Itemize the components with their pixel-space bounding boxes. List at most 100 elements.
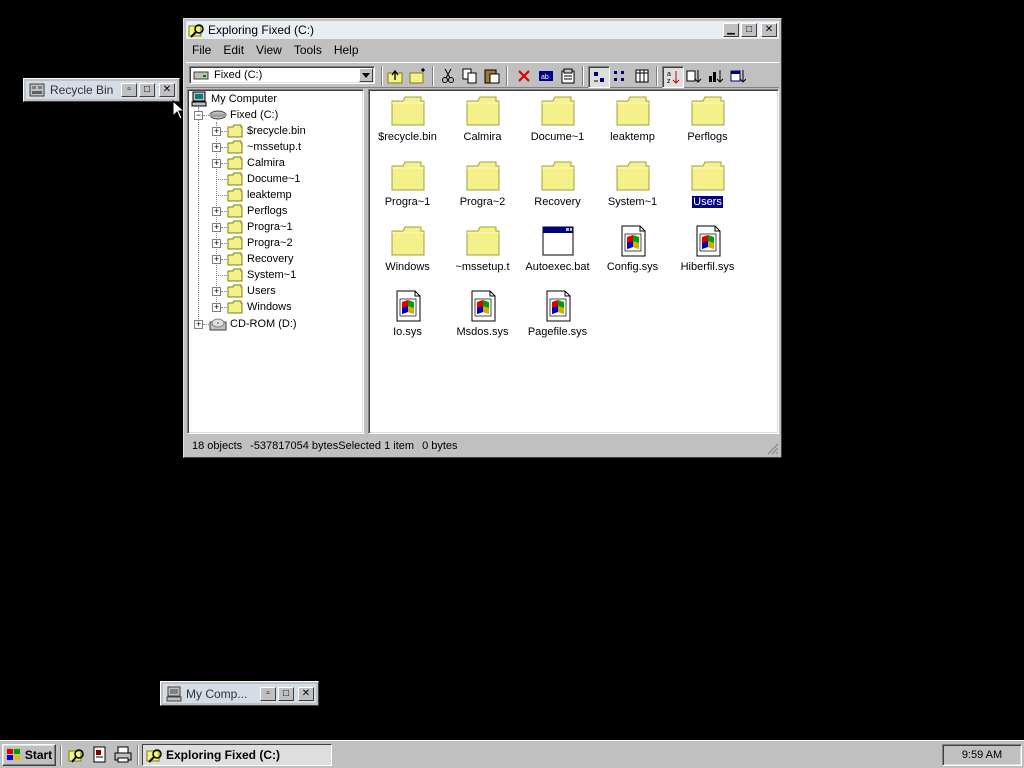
explorer-titlebar[interactable]: Exploring Fixed (C:) ▁ □ ✕ bbox=[186, 21, 779, 39]
new-folder-button[interactable] bbox=[408, 66, 428, 86]
folder-icon bbox=[227, 140, 243, 154]
file-item-io-sys[interactable]: Io.sys bbox=[370, 286, 445, 348]
maximize-button[interactable]: □ bbox=[139, 83, 155, 97]
delete-icon[interactable] bbox=[514, 66, 534, 86]
file-item-mssetup-t[interactable]: ~mssetup.t bbox=[445, 221, 520, 283]
printer-quicklaunch-icon[interactable] bbox=[114, 746, 132, 764]
menu-file[interactable]: File bbox=[186, 43, 217, 57]
task-button-explorer[interactable]: Exploring Fixed (C:) bbox=[142, 744, 332, 766]
minimize-button[interactable]: ▁ bbox=[723, 23, 739, 37]
drive-selector[interactable]: Fixed (C:) bbox=[189, 66, 375, 84]
close-button[interactable]: ✕ bbox=[298, 686, 314, 701]
folder-icon bbox=[227, 252, 243, 266]
close-button[interactable]: ✕ bbox=[159, 83, 175, 97]
tree-item-label: Users bbox=[247, 285, 276, 297]
menu-help[interactable]: Help bbox=[328, 43, 365, 57]
tree-item-folder[interactable]: Progra~2 bbox=[227, 235, 293, 251]
sort-by-name-button[interactable]: az bbox=[662, 66, 684, 88]
file-item-config-sys[interactable]: Config.sys bbox=[595, 221, 670, 283]
file-item-windows[interactable]: Windows bbox=[370, 221, 445, 283]
menu-tools[interactable]: Tools bbox=[288, 43, 328, 57]
file-item-progra-1[interactable]: Progra~1 bbox=[370, 156, 445, 218]
expand-icon[interactable]: + bbox=[212, 287, 221, 296]
tree-item-folder[interactable]: Perflogs bbox=[227, 203, 287, 219]
restore-button[interactable]: ▫ bbox=[121, 83, 137, 97]
small-icons-button[interactable] bbox=[610, 66, 630, 86]
folder-icon bbox=[227, 204, 243, 218]
expand-icon[interactable]: + bbox=[212, 127, 221, 136]
file-item-leaktemp[interactable]: leaktemp bbox=[595, 91, 670, 153]
tree-item-my-computer[interactable]: My Computer bbox=[191, 91, 277, 107]
maximize-button[interactable]: □ bbox=[278, 686, 294, 701]
properties-button[interactable] bbox=[558, 66, 578, 86]
tree-item-folder[interactable]: Users bbox=[227, 283, 276, 299]
tree-item-folder[interactable]: Calmira bbox=[227, 155, 285, 171]
menu-view[interactable]: View bbox=[250, 43, 288, 57]
tree-item-label: Perflogs bbox=[247, 205, 288, 217]
file-item-perflogs[interactable]: Perflogs bbox=[670, 91, 745, 153]
my-computer-window[interactable]: My Comp... ▫ □ ✕ bbox=[160, 681, 319, 706]
sort-by-size-button[interactable] bbox=[706, 66, 726, 86]
copy-button[interactable] bbox=[460, 66, 480, 86]
resize-grip-icon[interactable] bbox=[767, 443, 779, 455]
tree-item-folder[interactable]: Progra~1 bbox=[227, 219, 293, 235]
expand-icon[interactable]: + bbox=[212, 239, 221, 248]
collapse-icon[interactable]: − bbox=[194, 111, 203, 120]
file-item-autoexec-bat[interactable]: Autoexec.bat bbox=[520, 221, 595, 283]
recycle-bin-titlebar[interactable]: Recycle Bin ▫ □ ✕ bbox=[26, 81, 177, 99]
file-list[interactable]: $recycle.bin Calmira Docume~1 leaktemp Perfl… bbox=[368, 89, 779, 434]
rename-button[interactable]: ab bbox=[536, 66, 556, 86]
large-icons-button[interactable] bbox=[588, 66, 610, 88]
chevron-down-icon[interactable] bbox=[359, 68, 373, 82]
folder-icon bbox=[541, 161, 575, 191]
expand-icon[interactable]: + bbox=[212, 303, 221, 312]
tree-item-folder[interactable]: Windows bbox=[227, 299, 292, 315]
paste-button[interactable] bbox=[482, 66, 502, 86]
details-view-button[interactable] bbox=[632, 66, 652, 86]
tree-item-folder[interactable]: Docume~1 bbox=[227, 171, 301, 187]
expand-icon[interactable]: + bbox=[212, 159, 221, 168]
recycle-bin-window[interactable]: Recycle Bin ▫ □ ✕ bbox=[23, 78, 180, 102]
tree-item-cdrom[interactable]: CD-ROM (D:) bbox=[209, 316, 297, 332]
document-quicklaunch-icon[interactable] bbox=[91, 746, 109, 764]
tree-item-folder[interactable]: System~1 bbox=[227, 267, 296, 283]
start-button[interactable]: Start bbox=[2, 744, 56, 766]
expand-icon[interactable]: + bbox=[194, 320, 203, 329]
folder-icon bbox=[227, 268, 243, 282]
file-item-system-1[interactable]: System~1 bbox=[595, 156, 670, 218]
tree-item-folder[interactable]: $recycle.bin bbox=[227, 123, 306, 139]
restore-button[interactable]: ▫ bbox=[260, 686, 276, 701]
file-item-progra-2[interactable]: Progra~2 bbox=[445, 156, 520, 218]
file-item-users[interactable]: Users bbox=[670, 156, 745, 218]
file-item-msdos-sys[interactable]: Msdos.sys bbox=[445, 286, 520, 348]
close-button[interactable]: ✕ bbox=[761, 23, 777, 37]
file-item-label: Perflogs bbox=[670, 131, 745, 143]
expand-icon[interactable]: + bbox=[212, 223, 221, 232]
sort-by-date-button[interactable] bbox=[728, 66, 748, 86]
explorer-quicklaunch-icon[interactable] bbox=[68, 746, 86, 764]
expand-icon[interactable]: + bbox=[212, 143, 221, 152]
expand-icon[interactable]: + bbox=[212, 255, 221, 264]
tree-item-folder[interactable]: leaktemp bbox=[227, 187, 292, 203]
file-item-calmira[interactable]: Calmira bbox=[445, 91, 520, 153]
clock[interactable]: 9:59 AM bbox=[962, 749, 1002, 761]
file-item-recycle-bin[interactable]: $recycle.bin bbox=[370, 91, 445, 153]
cdrom-icon bbox=[209, 318, 227, 331]
menu-edit[interactable]: Edit bbox=[217, 43, 250, 57]
sort-by-type-button[interactable] bbox=[684, 66, 704, 86]
file-item-docume-1[interactable]: Docume~1 bbox=[520, 91, 595, 153]
tree-item-folder[interactable]: Recovery bbox=[227, 251, 293, 267]
maximize-button[interactable]: □ bbox=[741, 23, 757, 37]
explorer-icon bbox=[146, 749, 162, 763]
file-item-hiberfil-sys[interactable]: Hiberfil.sys bbox=[670, 221, 745, 283]
my-computer-titlebar[interactable]: My Comp... ▫ □ ✕ bbox=[163, 684, 316, 703]
expand-icon[interactable]: + bbox=[212, 207, 221, 216]
file-item-recovery[interactable]: Recovery bbox=[520, 156, 595, 218]
tree-item-drive-c[interactable]: Fixed (C:) bbox=[209, 107, 278, 123]
file-item-pagefile-sys[interactable]: Pagefile.sys bbox=[520, 286, 595, 348]
folder-tree[interactable]: My Computer − Fixed (C:) + $recycle.bin + ~… bbox=[187, 89, 364, 434]
up-folder-button[interactable] bbox=[386, 66, 406, 86]
cut-button[interactable] bbox=[438, 66, 458, 86]
tree-item-folder[interactable]: ~mssetup.t bbox=[227, 139, 301, 155]
file-item-label: Config.sys bbox=[595, 261, 670, 273]
